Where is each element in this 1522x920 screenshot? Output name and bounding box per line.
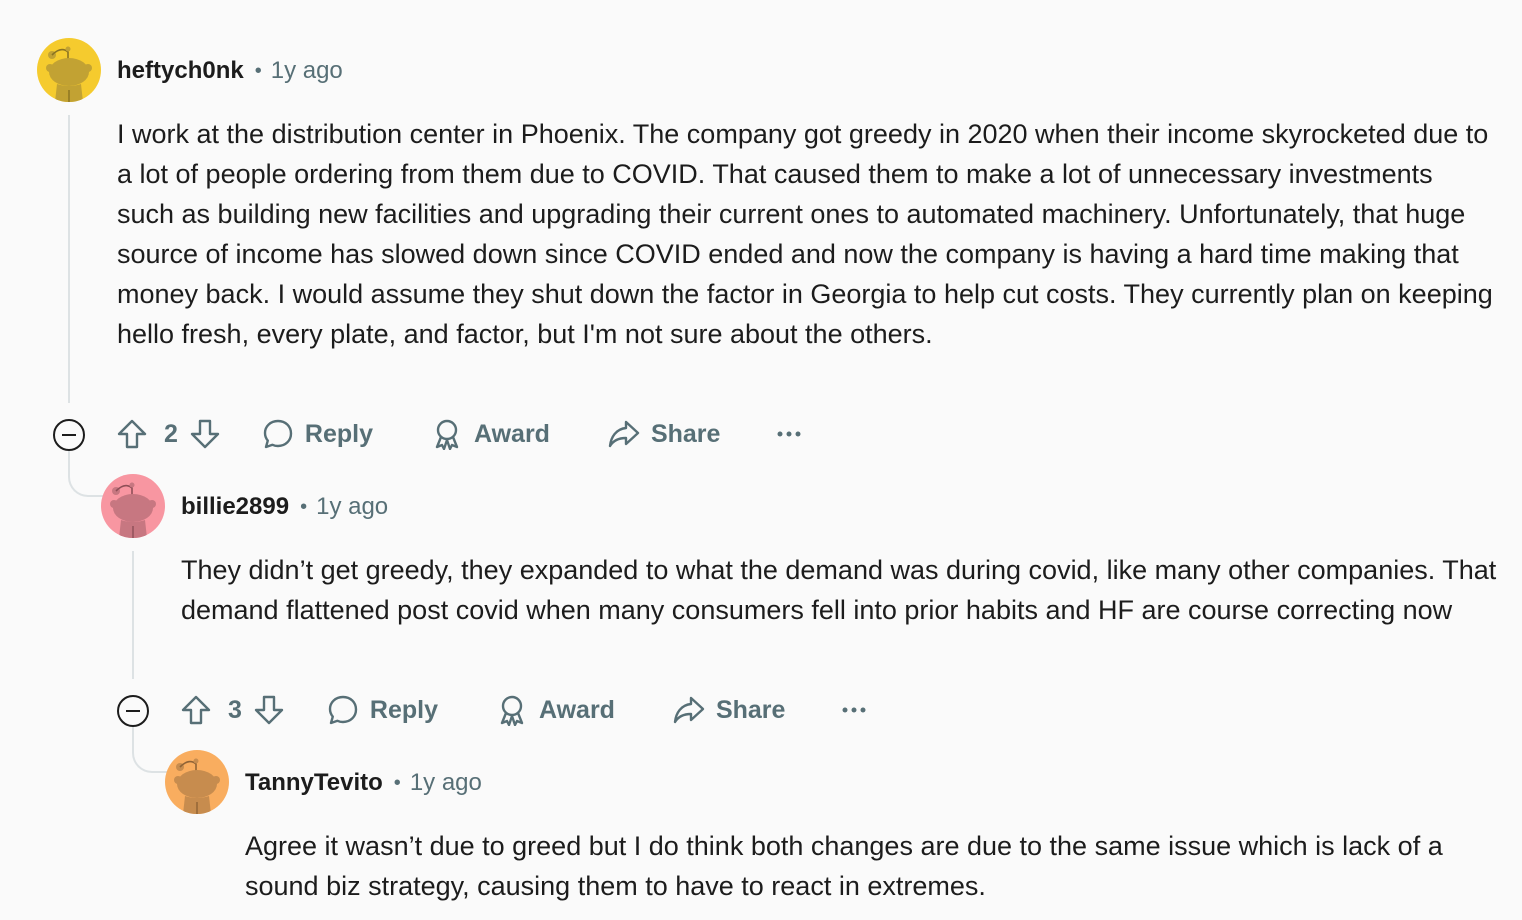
more-horizontal-icon [842,707,866,713]
downvote-icon[interactable] [188,417,222,451]
thread-line[interactable] [68,115,70,403]
comment-meta: billie2899 • 1y ago [181,492,388,522]
comment-actions: 2 Reply Award Share [115,414,801,454]
collapse-button[interactable] [53,419,85,451]
vote-count: 3 [228,695,242,724]
avatar-tannytevito[interactable] [165,750,229,814]
more-options-button[interactable] [842,706,866,714]
award-ribbon-icon [430,417,464,451]
share-button[interactable]: Share [607,417,720,451]
username[interactable]: TannyTevito [245,769,383,797]
award-ribbon-icon [495,693,529,727]
timestamp[interactable]: 1y ago [410,769,482,797]
comment-body: Agree it wasn’t due to greed but I do th… [245,831,1443,901]
vote-count: 2 [164,419,178,448]
separator-dot: • [254,59,262,82]
reply-button[interactable]: Reply [261,417,373,451]
comment-thread: heftych0nk • 1y ago I work at the distri… [0,0,1522,920]
share-label: Share [650,419,721,448]
timestamp[interactable]: 1y ago [316,493,388,521]
separator-dot: • [300,495,308,518]
avatar-heftych0nk[interactable] [37,38,101,102]
comment-actions: 3 Reply Award Share [179,690,866,730]
reply-label: Reply [369,695,438,724]
share-arrow-icon [607,417,641,451]
comment-meta: heftych0nk • 1y ago [117,56,343,86]
award-button[interactable]: Award [495,693,615,727]
upvote-icon[interactable] [179,693,213,727]
thread-elbow-line [68,451,104,497]
snoo-avatar-icon [101,474,165,538]
comment-bubble-icon [261,417,295,451]
timestamp[interactable]: 1y ago [271,57,343,85]
award-button[interactable]: Award [430,417,550,451]
award-label: Award [474,419,550,448]
username[interactable]: billie2899 [181,493,289,521]
share-label: Share [715,695,786,724]
snoo-avatar-icon [37,38,101,102]
more-horizontal-icon [777,431,801,437]
award-label: Award [539,695,615,724]
separator-dot: • [393,771,401,794]
more-options-button[interactable] [777,430,801,438]
username[interactable]: heftych0nk [117,57,244,85]
downvote-icon[interactable] [252,693,286,727]
comment-meta: TannyTevito • 1y ago [245,768,482,798]
comment-body: I work at the distribution center in Pho… [117,119,1493,349]
share-button[interactable]: Share [672,693,785,727]
reply-label: Reply [304,419,373,448]
reply-button[interactable]: Reply [326,693,438,727]
share-arrow-icon [672,693,706,727]
collapse-button[interactable] [117,695,149,727]
comment-body: They didn’t get greedy, they expanded to… [181,555,1497,625]
thread-line[interactable] [132,551,134,679]
avatar-billie2899[interactable] [101,474,165,538]
snoo-avatar-icon [165,750,229,814]
comment-bubble-icon [326,693,360,727]
thread-elbow-line [132,727,168,773]
upvote-icon[interactable] [115,417,149,451]
